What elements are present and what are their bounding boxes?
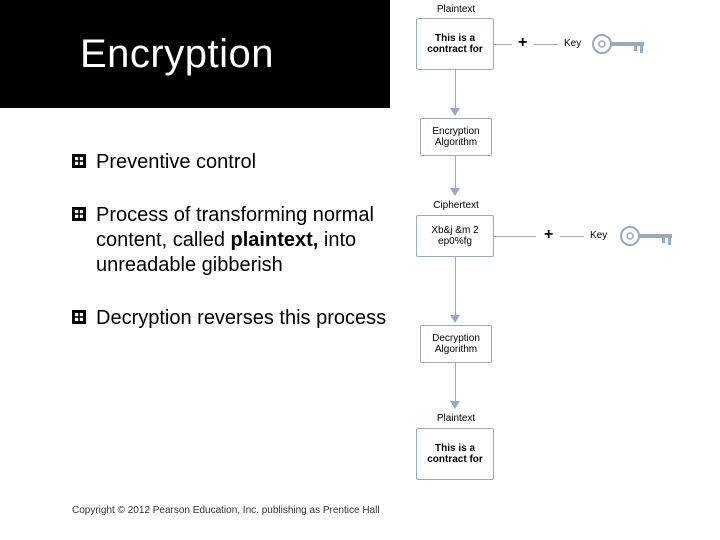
connector-line (494, 44, 512, 45)
key-bottom-label: Key (590, 230, 607, 241)
content-body: Preventive control Process of transformi… (72, 150, 392, 359)
connector-line (455, 363, 456, 403)
arrow-down-icon (450, 401, 460, 409)
connector-line (455, 257, 456, 317)
slide: Encryption Preventive control Process of… (0, 0, 720, 540)
decryption-algorithm-box: Decryption Algorithm (420, 325, 492, 363)
title-bar: Encryption (0, 0, 390, 108)
bullet-item: Process of transforming normal content, … (72, 203, 392, 278)
plus-icon: + (544, 226, 553, 244)
bullet-marker-icon (72, 154, 86, 168)
encryption-diagram: Plaintext This is a contract for + Key E… (396, 0, 706, 540)
plaintext-top-label: Plaintext (426, 4, 486, 15)
key-icon (590, 32, 650, 61)
arrow-down-icon (450, 108, 460, 116)
bullet-text: Decryption reverses this process (96, 306, 392, 331)
key-icon (618, 224, 678, 253)
connector-line (494, 236, 536, 237)
arrow-down-icon (450, 315, 460, 323)
ciphertext-box: Xb&j &m 2 ep0%fg (416, 215, 494, 257)
connector-line (455, 70, 456, 110)
bullet-text: Preventive control (96, 150, 392, 175)
plaintext-bottom-label: Plaintext (426, 413, 486, 424)
bullet-marker-icon (72, 310, 86, 324)
connector-line (455, 156, 456, 190)
arrow-down-icon (450, 188, 460, 196)
plaintext-bottom-box: This is a contract for (416, 428, 494, 480)
plaintext-top-box: This is a contract for (416, 18, 494, 70)
slide-title: Encryption (80, 32, 274, 77)
connector-line (534, 44, 558, 45)
bullet-text: Process of transforming normal content, … (96, 203, 392, 278)
plus-icon: + (518, 34, 527, 52)
connector-line (560, 236, 584, 237)
bullet-item: Preventive control (72, 150, 392, 175)
copyright-footer: Copyright © 2012 Pearson Education, Inc.… (72, 505, 380, 516)
bullet-item: Decryption reverses this process (72, 306, 392, 331)
key-top-label: Key (564, 38, 581, 49)
ciphertext-label: Ciphertext (424, 200, 488, 211)
encryption-algorithm-box: Encryption Algorithm (420, 118, 492, 156)
bullet-marker-icon (72, 207, 86, 221)
